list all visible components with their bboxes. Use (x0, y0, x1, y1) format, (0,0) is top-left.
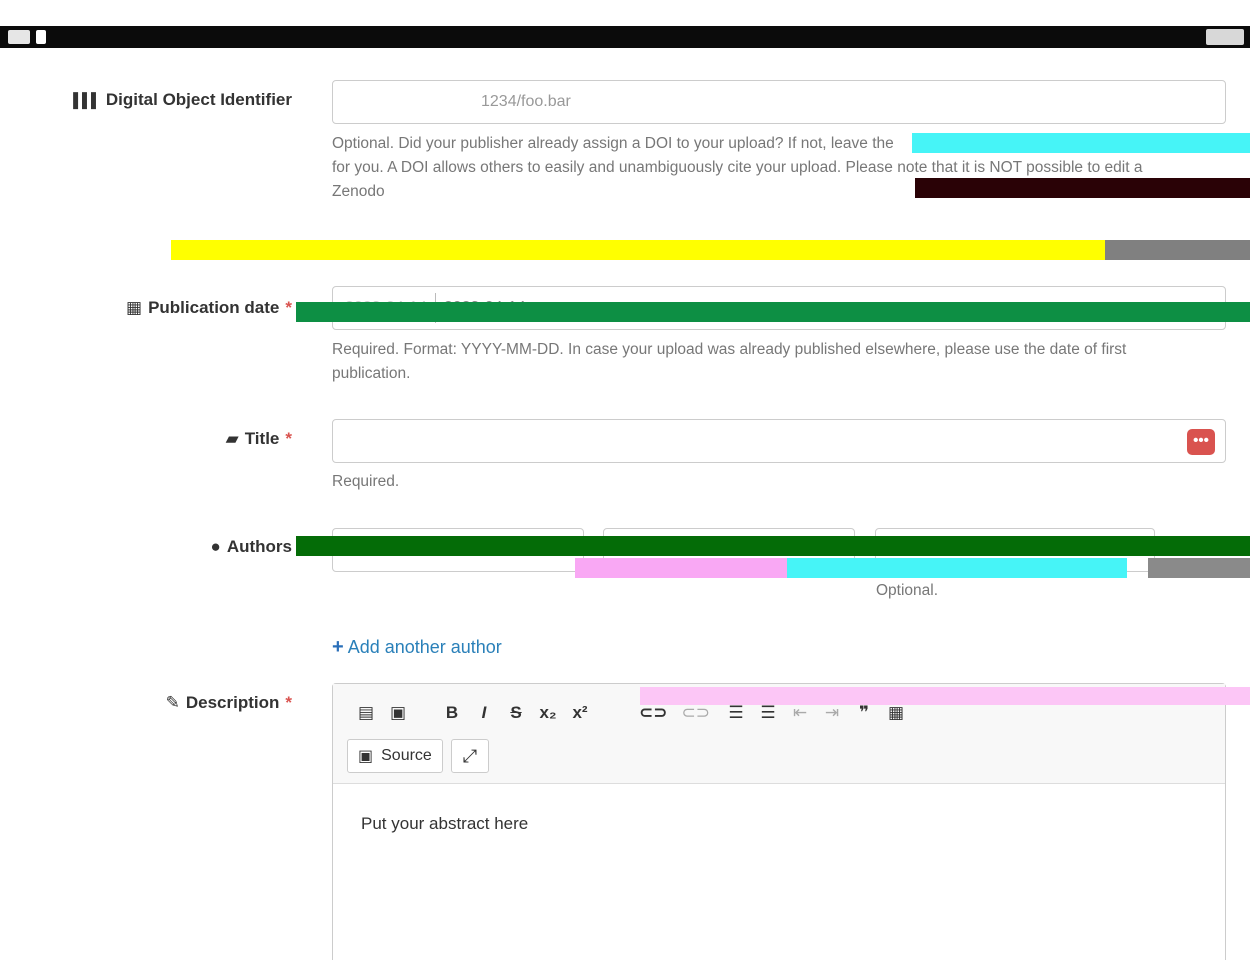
paste-word-icon[interactable]: ▣ (389, 703, 407, 723)
plus-icon: + (332, 636, 344, 658)
toolbar-group-basic: B I S x₂ x² (433, 696, 599, 730)
description-editor[interactable]: ▤ ▣ B I S x₂ x² ⊂⊃ ⊂⊃ ☰ ☰ ⇤ ⇥ ❞ ▦ ▣ Sour… (332, 683, 1226, 960)
paste-text-icon[interactable]: ▤ (357, 703, 375, 723)
unlink-icon[interactable]: ⊂⊃ (682, 703, 711, 723)
source-icon: ▣ (358, 748, 374, 765)
calendar-icon: ▦ (126, 298, 143, 317)
glitch-stripe (1105, 240, 1250, 260)
superscript-button[interactable]: x² (571, 703, 589, 723)
menu-icon (36, 30, 46, 44)
glitch-stripe (912, 133, 1250, 153)
italic-button[interactable]: I (475, 703, 493, 723)
doi-label-text: Digital Object Identifier (105, 90, 292, 109)
user-menu-icon[interactable] (1206, 29, 1244, 45)
glitch-stripe (171, 240, 1105, 260)
title-options-button[interactable]: ••• (1187, 429, 1215, 455)
publication-date-label: ▦ Publication date * (126, 298, 292, 318)
doi-placeholder: 1234/foo.bar (481, 93, 571, 110)
bold-button[interactable]: B (443, 703, 461, 723)
table-icon[interactable]: ▦ (887, 703, 905, 723)
glitch-stripe (915, 178, 1250, 198)
bulleted-list-icon[interactable]: ☰ (759, 703, 777, 723)
top-bar (0, 26, 1250, 48)
required-mark: * (285, 693, 292, 712)
title-help: Required. (332, 473, 400, 490)
brand-logo-icon (8, 30, 30, 44)
title-label-text: Title (244, 429, 280, 448)
indent-icon[interactable]: ⇥ (823, 703, 841, 723)
glitch-stripe (787, 558, 1127, 578)
glitch-stripe (296, 536, 1250, 556)
barcode-icon: ▌▌▌ (73, 92, 101, 108)
editor-body: Put your abstract here (361, 814, 529, 833)
publication-date-help: Required. Format: YYYY-MM-DD. In case yo… (332, 338, 1212, 386)
numbered-list-icon[interactable]: ☰ (727, 703, 745, 723)
brand (8, 28, 46, 46)
user-icon: ● (210, 537, 221, 556)
book-icon: ▰ (225, 429, 239, 448)
glitch-stripe (1148, 558, 1250, 578)
blockquote-icon[interactable]: ❞ (855, 703, 873, 723)
doi-input[interactable]: 1234/foo.bar (332, 80, 1226, 124)
required-mark: * (285, 429, 292, 448)
outdent-icon[interactable]: ⇤ (791, 703, 809, 723)
source-button[interactable]: ▣ Source (347, 739, 443, 773)
strike-button[interactable]: S (507, 703, 525, 723)
add-author-text: Add another author (347, 637, 502, 657)
authors-help: Optional. (876, 582, 939, 599)
page: ▌▌▌ Digital Object Identifier 1234/foo.b… (0, 0, 1250, 960)
title-label: ▰ Title * (226, 429, 292, 449)
required-mark: * (285, 298, 292, 317)
subscript-button[interactable]: x₂ (539, 703, 557, 723)
description-label-text: Description (185, 693, 280, 712)
publication-date-label-text: Publication date (148, 298, 280, 317)
glitch-stripe (640, 687, 1250, 705)
add-author-link[interactable]: + Add another author (332, 636, 502, 659)
publication-date-help-line1: Required. Format: YYYY-MM-DD. In case yo… (332, 341, 1127, 358)
source-label: Source (381, 747, 432, 764)
description-label: ✎ Description * (166, 693, 292, 713)
authors-label-text: Authors (226, 537, 292, 556)
glitch-stripe (296, 302, 1250, 322)
publication-date-help-line2: publication. (332, 365, 411, 382)
toolbar-group-clipboard: ▤ ▣ (347, 696, 417, 730)
glitch-stripe (575, 558, 787, 578)
link-icon[interactable]: ⊂⊃ (639, 703, 668, 723)
doi-label: ▌▌▌ Digital Object Identifier (73, 90, 292, 110)
maximize-icon[interactable]: ⤢ (451, 739, 489, 773)
title-input[interactable]: ••• (332, 419, 1226, 463)
doi-help-line2: for you. A DOI allows others to easily a… (332, 159, 1143, 176)
authors-label: ● Authors (211, 537, 292, 557)
pencil-icon: ✎ (165, 693, 180, 712)
